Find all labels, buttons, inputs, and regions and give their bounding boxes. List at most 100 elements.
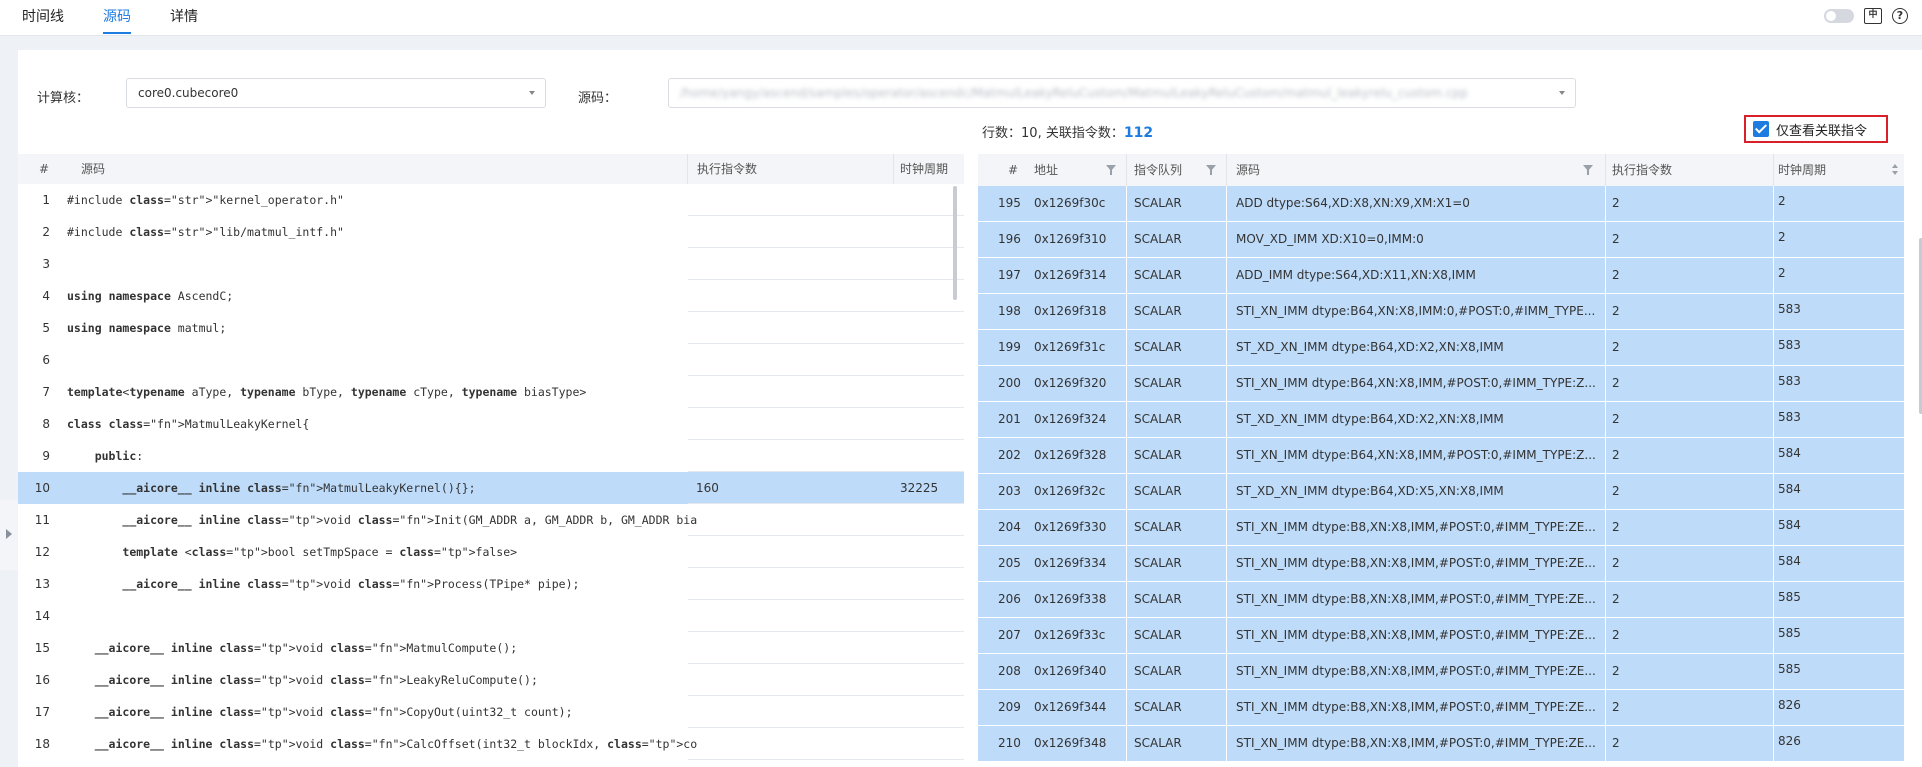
address-cell: 0x1269f318: [1034, 304, 1107, 318]
theme-toggle[interactable]: [1824, 9, 1854, 23]
tab-source[interactable]: 源码: [103, 0, 131, 34]
source-row[interactable]: 3: [18, 248, 964, 280]
row-number: 195: [998, 196, 1021, 210]
line-number: 7: [42, 385, 50, 399]
source-row[interactable]: 7 template<typename aType, typename bType…: [18, 376, 964, 408]
col-cycles: 时钟周期: [893, 154, 948, 184]
inst-count-cell: 2: [1605, 402, 1773, 437]
inst-count-cell: [688, 632, 906, 664]
source-row[interactable]: 17 __aicore__ inline class="tp">void cla…: [18, 696, 964, 728]
cycles-cell: 2: [1773, 222, 1904, 257]
source-code-line: __aicore__ inline class="fn">MatmulLeaky…: [122, 481, 476, 495]
instruction-row[interactable]: 202 0x1269f328 SCALAR STI_XN_IMM dtype:B64,…: [978, 438, 1904, 474]
source-row[interactable]: 4 using namespace AscendC;: [18, 280, 964, 312]
line-number: 3: [42, 257, 50, 271]
col-source: 源码: [1226, 154, 1260, 186]
core-select[interactable]: core0.cubecore0: [126, 78, 546, 108]
instruction-row[interactable]: 199 0x1269f31c SCALAR ST_XD_XN_IMM dtype:B6…: [978, 330, 1904, 366]
filter-icon[interactable]: [1583, 165, 1593, 175]
source-code-line: __aicore__ inline class="tp">void class=…: [94, 705, 573, 719]
inst-count-cell: [688, 408, 906, 440]
instruction-row[interactable]: 210 0x1269f348 SCALAR STI_XN_IMM dtype:B8,X…: [978, 726, 1904, 762]
source-row[interactable]: 15 __aicore__ inline class="tp">void cla…: [18, 632, 964, 664]
inst-count-cell: 2: [1605, 294, 1773, 329]
instruction-row[interactable]: 201 0x1269f324 SCALAR ST_XD_XN_IMM dtype:B6…: [978, 402, 1904, 438]
inst-count-cell: 2: [1605, 438, 1773, 473]
related-only-filter[interactable]: 仅查看关联指令: [1744, 115, 1888, 143]
related-only-checkbox[interactable]: [1753, 121, 1769, 137]
col-num: #: [1008, 163, 1019, 177]
inst-count-cell: 2: [1605, 258, 1773, 293]
instruction-row[interactable]: 195 0x1269f30c SCALAR ADD dtype:S64,XD:X8,X…: [978, 186, 1904, 222]
source-row[interactable]: 18 __aicore__ inline class="tp">void cla…: [18, 728, 964, 760]
source-row[interactable]: 16 __aicore__ inline class="tp">void cla…: [18, 664, 964, 696]
line-number: 8: [42, 417, 50, 431]
instruction-row[interactable]: 205 0x1269f334 SCALAR STI_XN_IMM dtype:B8,X…: [978, 546, 1904, 582]
instruction-row[interactable]: 200 0x1269f320 SCALAR STI_XN_IMM dtype:B64,…: [978, 366, 1904, 402]
filter-icon[interactable]: [1106, 165, 1116, 175]
address-cell: 0x1269f330: [1034, 520, 1107, 534]
source-select-value: /home/yangy/ascend/samples/operator/asce…: [680, 86, 1468, 100]
queue-cell: SCALAR: [1126, 294, 1182, 329]
cycles-cell: [894, 728, 964, 760]
instruction-row[interactable]: 198 0x1269f318 SCALAR STI_XN_IMM dtype:B64,…: [978, 294, 1904, 330]
instruction-row[interactable]: 208 0x1269f340 SCALAR STI_XN_IMM dtype:B8,X…: [978, 654, 1904, 690]
cycles-cell: [894, 664, 964, 696]
line-number: 12: [34, 545, 50, 559]
source-row[interactable]: 2 #include class="str">"lib/matmul_intf.h…: [18, 216, 964, 248]
source-row[interactable]: 6: [18, 344, 964, 376]
tab-details[interactable]: 详情: [170, 0, 198, 34]
source-label: 源码：: [578, 91, 618, 106]
language-icon[interactable]: 中: [1864, 8, 1882, 24]
address-cell: 0x1269f33c: [1034, 628, 1106, 642]
instruction-row[interactable]: 209 0x1269f344 SCALAR STI_XN_IMM dtype:B8,X…: [978, 690, 1904, 726]
address-cell: 0x1269f334: [1034, 556, 1107, 570]
row-number: 202: [998, 448, 1021, 462]
sort-icon[interactable]: [1892, 164, 1898, 176]
source-row[interactable]: 9 public:: [18, 440, 964, 472]
instruction-row[interactable]: 197 0x1269f314 SCALAR ADD_IMM dtype:S64,XD:…: [978, 258, 1904, 294]
cycles-cell: 584: [1773, 546, 1904, 581]
source-code-line: __aicore__ inline class="tp">void class=…: [94, 641, 518, 655]
source-row[interactable]: 10 __aicore__ inline class="fn">MatmulLe…: [18, 472, 964, 504]
instruction-row[interactable]: 203 0x1269f32c SCALAR ST_XD_XN_IMM dtype:B6…: [978, 474, 1904, 510]
source-row[interactable]: 14: [18, 600, 964, 632]
instruction-source-cell: STI_XN_IMM dtype:B64,XN:X8,IMM,#POST:0,#…: [1226, 438, 1604, 473]
source-row[interactable]: 8 class class="fn">MatmulLeakyKernel{: [18, 408, 964, 440]
instruction-row[interactable]: 206 0x1269f338 SCALAR STI_XN_IMM dtype:B8,X…: [978, 582, 1904, 618]
source-row[interactable]: 1 #include class="str">"kernel_operator.h…: [18, 184, 964, 216]
inst-count-cell: 2: [1605, 222, 1773, 257]
summary-line: 行数：10, 关联指令数：112: [982, 122, 1153, 141]
scrollbar[interactable]: [953, 186, 957, 300]
line-number: 4: [42, 289, 50, 303]
instruction-source-cell: ADD dtype:S64,XD:X8,XN:X9,XM:X1=0: [1226, 186, 1604, 221]
instruction-row[interactable]: 204 0x1269f330 SCALAR STI_XN_IMM dtype:B8,X…: [978, 510, 1904, 546]
instruction-row[interactable]: 207 0x1269f33c SCALAR STI_XN_IMM dtype:B8,X…: [978, 618, 1904, 654]
tab-timeline[interactable]: 时间线: [22, 0, 64, 34]
source-row[interactable]: 11 __aicore__ inline class="tp">void cla…: [18, 504, 964, 536]
inst-count-cell: [688, 184, 906, 216]
inst-count-cell: 2: [1605, 546, 1773, 581]
inst-count-cell: [688, 280, 906, 312]
filter-icon[interactable]: [1206, 165, 1216, 175]
address-cell: 0x1269f324: [1034, 412, 1107, 426]
cycles-cell: 2: [1773, 186, 1904, 221]
source-code-line: template <class="tp">bool setTmpSpace = …: [122, 545, 518, 559]
queue-cell: SCALAR: [1126, 654, 1182, 689]
instruction-row[interactable]: 196 0x1269f310 SCALAR MOV_XD_IMM XD:X10=0,I…: [978, 222, 1904, 258]
help-icon[interactable]: ?: [1892, 8, 1908, 24]
source-row[interactable]: 5 using namespace matmul;: [18, 312, 964, 344]
source-row[interactable]: 13 __aicore__ inline class="tp">void cla…: [18, 568, 964, 600]
line-number: 15: [34, 641, 50, 655]
cycles-cell: [894, 440, 964, 472]
row-number: 196: [998, 232, 1021, 246]
cycles-cell: [894, 536, 964, 568]
col-cycles[interactable]: 时钟周期: [1773, 154, 1904, 186]
queue-cell: SCALAR: [1126, 690, 1182, 725]
source-code-line: #include class="str">"kernel_operator.h": [67, 193, 344, 207]
source-row[interactable]: 12 template <class="tp">bool setTmpSpace…: [18, 536, 964, 568]
source-select[interactable]: /home/yangy/ascend/samples/operator/asce…: [668, 78, 1576, 108]
queue-cell: SCALAR: [1126, 474, 1182, 509]
inst-count-cell: [688, 216, 906, 248]
expand-arrow-icon[interactable]: [6, 529, 12, 539]
